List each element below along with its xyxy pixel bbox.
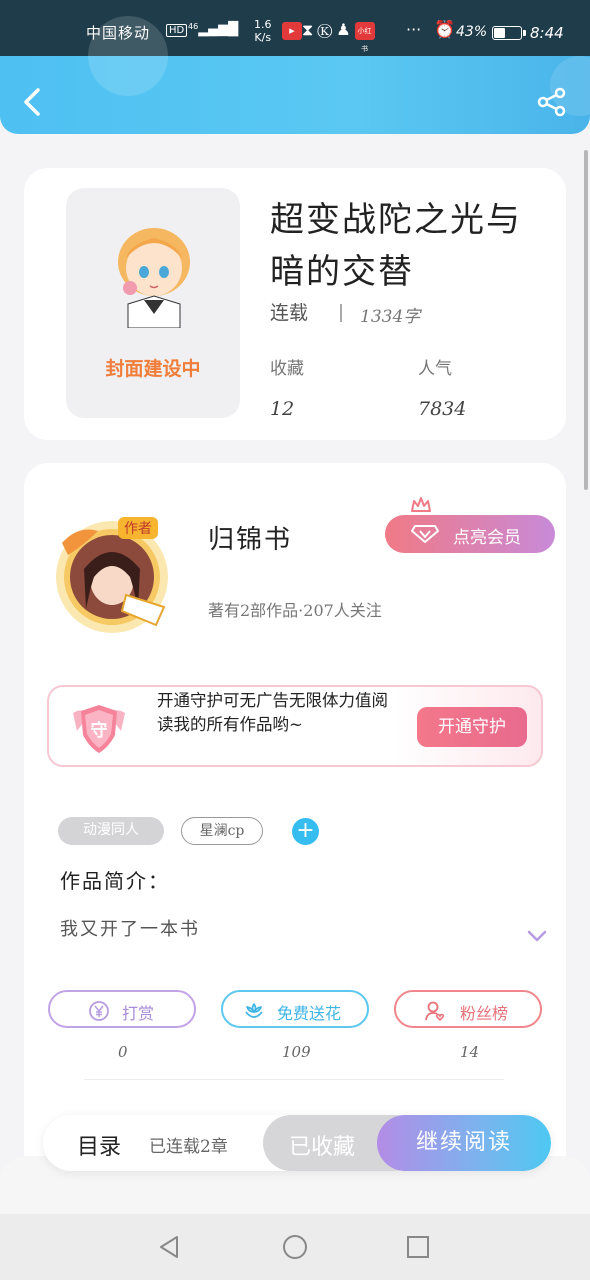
decor-bubble	[88, 16, 168, 96]
guard-banner[interactable]: 守 开通守护可无广告无限体力值阅读我的所有作品哟~ 开通守护	[47, 685, 543, 767]
book-info-card: 封面建设中 超变战陀之光与暗的交替 连载 1334字 收藏 人气 12 7834	[24, 168, 566, 440]
system-nav-bar	[0, 1214, 590, 1280]
tag-chip[interactable]: 动漫同人	[58, 817, 164, 845]
chevron-down-icon[interactable]	[526, 929, 548, 943]
tag-chip[interactable]: 星澜cp	[181, 817, 263, 845]
divider	[84, 1079, 504, 1080]
divider	[340, 304, 342, 322]
user-heart-icon	[425, 1001, 445, 1022]
continue-reading-button[interactable]: 继续阅读	[377, 1115, 551, 1171]
fans-rank-label: 粉丝榜	[460, 1004, 509, 1023]
chapter-status: 已连载2章	[149, 1137, 228, 1157]
book-cover[interactable]: 封面建设中	[66, 188, 240, 418]
nav-back-icon[interactable]	[156, 1234, 182, 1260]
net-speed: 1.6 K/s	[254, 18, 272, 44]
intro-text: 我又开了一本书	[60, 919, 200, 940]
crown-icon	[411, 497, 431, 512]
battery-fill	[494, 28, 505, 38]
favorites-label: 收藏	[270, 359, 304, 379]
popularity-value: 7834	[418, 398, 467, 420]
scrollbar[interactable]	[584, 150, 588, 490]
vip-activate-button[interactable]: 点亮会员	[385, 515, 555, 553]
shield-icon: 守	[73, 705, 125, 753]
flower-count: 109	[282, 1043, 311, 1061]
cover-placeholder-label: 封面建设中	[105, 358, 201, 380]
nav-recent-apps-icon[interactable]	[406, 1235, 430, 1259]
cover-placeholder-mascot	[118, 228, 190, 328]
network-type: 46	[188, 22, 199, 31]
intro-heading: 作品简介：	[60, 869, 170, 893]
send-flower-button[interactable]: 免费送花	[221, 990, 369, 1028]
author-avatar[interactable]: 作者	[38, 499, 192, 639]
more-notifications-icon: ···	[406, 20, 422, 39]
battery-icon	[492, 26, 526, 40]
qq-icon: ♟	[336, 20, 355, 39]
nav-home-icon[interactable]	[282, 1234, 308, 1260]
battery-percent: 43%	[456, 24, 488, 40]
tip-button[interactable]: 打赏	[48, 990, 196, 1028]
yen-coin-icon	[89, 1001, 109, 1021]
chevron-left-icon[interactable]	[18, 84, 48, 120]
net-speed-value: 1.6	[254, 18, 272, 31]
book-status: 连载	[270, 302, 309, 324]
clock: 8:44	[530, 24, 564, 42]
notification-icons: ▶ ⧗Ⓚ♟ 小红书	[282, 20, 375, 53]
author-badge-label: 作者	[124, 521, 152, 537]
shield-label: 守	[91, 720, 108, 741]
guard-description: 开通守护可无广告无限体力值阅读我的所有作品哟~	[157, 691, 388, 734]
favorites-value: 12	[270, 398, 295, 420]
hd-badge: HD	[166, 24, 188, 37]
author-meta: 著有2部作品·207人关注	[208, 601, 382, 620]
top-app-bar	[0, 16, 590, 134]
book-title: 超变战陀之光与暗的交替	[270, 200, 522, 292]
book-word-count: 1334字	[360, 307, 421, 327]
activate-guard-button[interactable]: 开通守护	[417, 707, 527, 747]
bottom-action-bar: 目录 已连载2章 已收藏 继续阅读	[43, 1115, 551, 1171]
collected-label: 已收藏	[289, 1135, 356, 1160]
author-badge: 作者	[118, 517, 158, 539]
wifi-icon: ◠	[222, 20, 238, 41]
diamond-icon	[411, 525, 439, 543]
fans-rank-button[interactable]: 粉丝榜	[394, 990, 542, 1028]
tip-count: 0	[118, 1043, 128, 1061]
fans-count: 14	[460, 1043, 480, 1061]
toc-button[interactable]: 目录	[77, 1129, 121, 1161]
add-tag-button[interactable]: +	[292, 818, 319, 845]
xiaohongshu-icon: 小红书	[354, 21, 375, 53]
video-app-icon: ▶	[282, 21, 302, 40]
share-icon[interactable]	[536, 86, 568, 118]
send-flower-label: 免费送花	[277, 1004, 342, 1023]
net-speed-unit: K/s	[254, 31, 272, 44]
author-name[interactable]: 归锦书	[208, 519, 292, 556]
popularity-label: 人气	[418, 359, 452, 379]
alarm-icon: ⏰	[434, 20, 456, 40]
vip-button-label: 点亮会员	[453, 528, 521, 548]
flower-icon	[245, 1003, 263, 1018]
tip-label: 打赏	[122, 1004, 155, 1023]
